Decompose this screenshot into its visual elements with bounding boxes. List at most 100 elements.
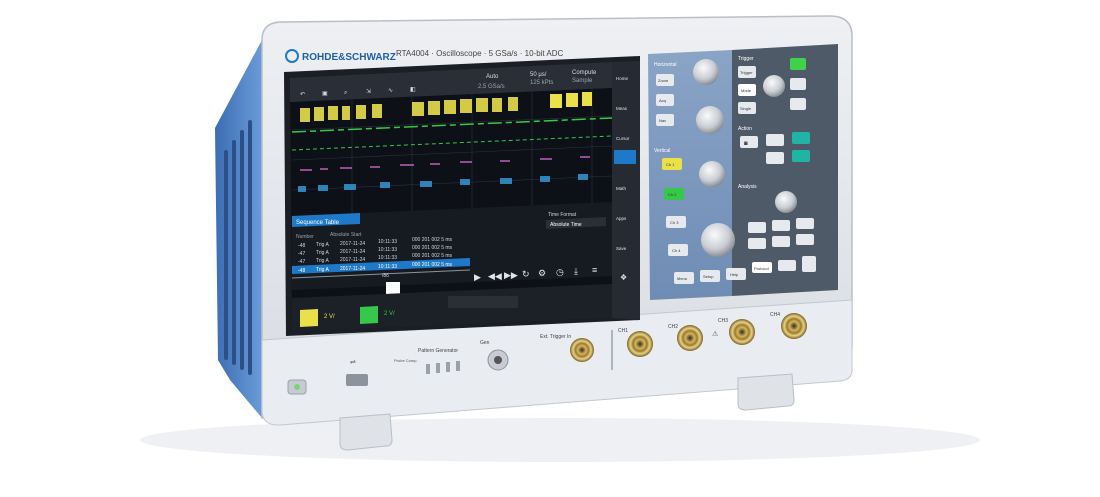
trigger-level-knob[interactable] <box>763 75 785 97</box>
decode-header-start: Absolute Start <box>330 232 362 238</box>
toolbar-points: 125 kPts <box>530 80 553 86</box>
svg-text:Zoom: Zoom <box>658 78 669 83</box>
toolbar-mode[interactable]: Auto <box>486 74 499 80</box>
rewind-icon[interactable]: ◀◀ <box>488 271 502 281</box>
pattern-generator-label: Pattern Generator <box>418 348 458 354</box>
ch2-input-label: CH2 <box>668 324 678 330</box>
ref-button[interactable] <box>748 238 766 249</box>
svg-text:Nav: Nav <box>659 118 666 123</box>
svg-text:Protocol: Protocol <box>754 266 769 271</box>
svg-text:Ch 4: Ch 4 <box>672 248 681 253</box>
svg-text:Mode: Mode <box>741 88 752 93</box>
svg-text:Trig A: Trig A <box>316 242 330 248</box>
svg-text:-47: -47 <box>298 259 305 265</box>
time-format-value: Absolute Time <box>550 222 582 228</box>
ch1-input-bnc[interactable] <box>627 331 653 357</box>
svg-text:Trig A: Trig A <box>316 250 330 256</box>
default-button[interactable] <box>766 152 784 164</box>
svg-text:Trig A: Trig A <box>316 267 330 273</box>
auto-button[interactable] <box>790 98 806 110</box>
ch1-indicator[interactable] <box>300 309 318 327</box>
side-menu-save[interactable]: Save <box>616 246 627 251</box>
power-icon <box>294 384 300 390</box>
svg-text:-48: -48 <box>298 268 305 274</box>
export-icon[interactable]: ⤓ <box>574 266 578 276</box>
history-counter: /86 <box>382 273 389 279</box>
camera-icon: ◙ <box>744 141 748 147</box>
apps-button[interactable] <box>792 132 810 144</box>
side-menu-apps[interactable]: Apps <box>616 216 627 221</box>
math-button[interactable] <box>796 218 814 229</box>
side-menu-math[interactable]: Math <box>616 186 627 191</box>
toolbar-icon-screenshot[interactable]: ◧ <box>410 87 416 93</box>
cursor-button[interactable] <box>748 222 766 233</box>
svg-text:Ch 1: Ch 1 <box>666 162 675 167</box>
ch1-scale[interactable]: 2 V/ <box>324 314 335 320</box>
side-menu-home[interactable]: Home <box>616 76 629 81</box>
gen-button[interactable] <box>778 260 796 271</box>
multifunction-knob[interactable] <box>775 191 797 213</box>
vertical-label: Vertical <box>654 148 670 154</box>
vertical-scale-knob[interactable] <box>701 223 735 257</box>
svg-text:Setup: Setup <box>703 274 714 279</box>
toolbar-icon-cursor[interactable]: ⇲ <box>366 88 371 95</box>
run-stop-button[interactable] <box>790 58 806 70</box>
single-button[interactable] <box>790 78 806 90</box>
gen-label: Gen <box>480 340 490 346</box>
toolbar-timebase[interactable]: 50 µs/ <box>530 72 547 78</box>
decode-title[interactable]: Sequence Table <box>296 220 340 226</box>
play-icon[interactable]: ▶ <box>474 272 481 282</box>
oscilloscope-illustration: ROHDE&SCHWARZ RTA4004 · Oscilloscope · 5… <box>140 15 980 462</box>
ch1-input-label: CH1 <box>618 328 628 334</box>
svg-text:Help: Help <box>730 272 739 277</box>
usb-port[interactable] <box>346 374 368 386</box>
svg-text:000 201 002 5 ms: 000 201 002 5 ms <box>412 245 453 251</box>
horizontal-position-knob[interactable] <box>693 59 719 85</box>
undo-button[interactable] <box>792 150 810 162</box>
usb-icon: ⇌ <box>350 359 356 366</box>
toolbar-icon-fft[interactable]: ∿ <box>388 88 393 94</box>
meas-button[interactable] <box>772 220 790 231</box>
screenshot-button[interactable] <box>740 136 758 148</box>
horizontal-buttons: Zoom Acq Nav <box>656 74 674 126</box>
setup-icon[interactable]: ⚙ <box>538 268 546 278</box>
ch3-input-label: CH3 <box>718 318 728 324</box>
settings-icon[interactable]: ≡ <box>592 265 597 275</box>
svg-text:2017-11-24: 2017-11-24 <box>340 257 365 263</box>
ch2-scale[interactable]: 2 V/ <box>384 311 395 317</box>
logic-button[interactable] <box>796 234 814 245</box>
bus-button[interactable] <box>772 236 790 247</box>
loop-icon[interactable]: ↻ <box>522 269 530 279</box>
save-recall-button[interactable] <box>766 134 784 146</box>
front-foot-left <box>339 413 393 451</box>
touchscreen[interactable]: ↶ ▣ ⌕ ⇲ ∿ ◧ Auto 50 µs/ Compute 2.5 GSa/… <box>290 62 613 332</box>
action-label: Action <box>738 126 752 132</box>
ext-trigger-bnc[interactable] <box>570 338 594 362</box>
toolbar-icon-zoom[interactable]: ⌕ <box>344 90 347 96</box>
side-menu-cursor[interactable]: Cursor <box>616 136 630 141</box>
svg-text:-47: -47 <box>298 251 305 257</box>
time-scale-knob[interactable] <box>696 106 724 134</box>
ch2-input-bnc[interactable] <box>677 325 703 351</box>
ch2-indicator[interactable] <box>360 306 378 324</box>
ext-trigger-label: Ext. Trigger In <box>540 334 571 340</box>
ch4-input-bnc[interactable] <box>781 313 807 339</box>
svg-text:10:11:33: 10:11:33 <box>378 255 397 261</box>
side-menu-active[interactable] <box>614 150 636 164</box>
forward-icon[interactable]: ▶▶ <box>504 270 518 280</box>
toolbar-acq[interactable]: Compute <box>572 70 597 76</box>
side-menu-meas[interactable]: Meas <box>616 106 628 111</box>
probe-comp-label: Probe Comp. <box>394 358 418 363</box>
toolbar-icon-delete[interactable]: ▣ <box>322 91 328 97</box>
svg-text:000 201 002 5 ms: 000 201 002 5 ms <box>412 253 453 259</box>
svg-text:2017-11-24: 2017-11-24 <box>340 266 365 272</box>
ch3-input-bnc[interactable] <box>729 319 755 345</box>
vertical-position-knob[interactable] <box>699 161 725 187</box>
toolbar-icon-undo[interactable]: ↶ <box>300 91 305 98</box>
horizontal-label: Horizontal <box>654 62 677 68</box>
front-foot-right <box>737 373 795 411</box>
keypad-button[interactable] <box>802 256 816 272</box>
analysis-label: Analysis <box>738 184 757 190</box>
svg-text:Single: Single <box>740 106 752 111</box>
history-icon[interactable]: ◷ <box>556 267 564 277</box>
